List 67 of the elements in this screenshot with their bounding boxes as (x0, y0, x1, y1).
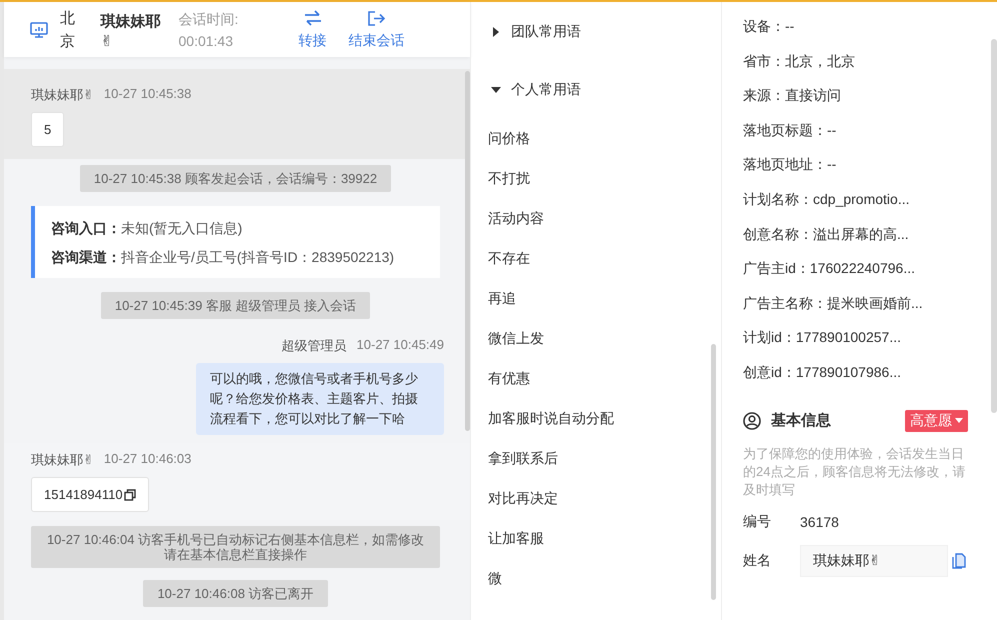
info-value: 未知(暂无入口信息) (121, 220, 242, 236)
visitor-field: 落地页地址：-- (743, 147, 997, 182)
visitor-field: 创意名称：溢出屏幕的高... (743, 216, 997, 252)
duration-label: 会话时间: (178, 10, 240, 28)
visitor-field: 创意id：177890107986... (743, 354, 997, 390)
scrollbar[interactable] (465, 71, 470, 431)
transfer-icon (303, 10, 322, 26)
copy-icon (124, 488, 136, 500)
phrase-item[interactable]: 微信上发 (471, 318, 713, 358)
message-time: 10-27 10:45:49 (356, 337, 444, 354)
phrase-item[interactable]: 有优惠 (471, 358, 713, 398)
visitor-field: 落地页标题：-- (743, 112, 997, 148)
message-bubble: 5 (31, 112, 64, 147)
phrase-item[interactable]: 问价格 (471, 118, 713, 158)
info-value: 抖音企业号/员工号(抖音号ID：2839502213) (121, 249, 394, 265)
exit-icon (367, 10, 386, 26)
message-time: 10-27 10:45:38 (104, 86, 192, 103)
visitor-field: 广告主名称：提米映画婚前... (743, 286, 997, 320)
caret-down-icon (491, 85, 501, 95)
phrase-group-header[interactable]: 个人常用语 (471, 62, 713, 118)
scrollbar[interactable] (711, 344, 716, 600)
end-session-button[interactable]: 结束会话 (348, 10, 404, 50)
sender-name: 超级管理员 (282, 337, 347, 355)
visitor-field: 省市：北京，北京 (743, 44, 997, 78)
message-bubble: 可以的哦，您微信号或者手机号多少呢？给您发价格表、主题客片、拍摄流程看下，您可以对比了解一下哈 (196, 363, 444, 435)
sender-name: 琪妹妹耶✌ (31, 86, 94, 104)
phrase-group-header[interactable]: 团队常用语 (471, 2, 713, 62)
copy-icon (952, 552, 966, 569)
field-label: 编号 (743, 512, 772, 531)
phrase-item[interactable]: 拿到联系后 (471, 438, 713, 478)
phrase-item[interactable]: 活动内容 (471, 198, 713, 238)
field-value: 36178 (800, 514, 839, 530)
visitor-field: 设备：-- (743, 9, 997, 44)
phrase-item[interactable]: 对比再决定 (471, 478, 713, 518)
notice-text: 为了保障您的使用体验，会话发生当日的24点之后，顾客信息将无法修改，请及时填写 (743, 444, 966, 499)
phrase-item[interactable]: 加客服时说自动分配 (471, 398, 713, 438)
message-time: 10-27 10:46:03 (104, 451, 192, 468)
transfer-button[interactable]: 转接 (298, 10, 326, 50)
caret-down-icon (955, 418, 963, 424)
section-title: 基本信息 (771, 411, 832, 430)
system-notice: 10-27 10:45:39 客服 超级管理员 接入会话 (100, 292, 370, 319)
info-label: 咨询渠道： (51, 249, 121, 265)
system-notice: 10-27 10:46:04 访客手机号已自动标记右侧基本信息栏，如需修改请在基本信息栏直接操作 (31, 526, 440, 568)
phrase-item[interactable]: 不打扰 (471, 158, 713, 198)
intent-dropdown[interactable]: 高意愿 (905, 410, 968, 432)
duration-value: 00:01:43 (178, 32, 234, 50)
phrase-item[interactable]: 不存在 (471, 238, 713, 278)
name-field[interactable]: 琪妹妹耶✌ (800, 544, 948, 577)
phrase-item[interactable]: 微 (471, 558, 713, 598)
visitor-field: 来源：直接访问 (743, 78, 997, 113)
visitor-field: 广告主id：176022240796... (743, 251, 997, 286)
sender-name: 琪妹妹耶✌ (31, 451, 94, 469)
system-notice: 10-27 10:45:38 顾客发起会话，会话编号：39922 (80, 165, 392, 192)
field-label: 姓名 (743, 552, 772, 570)
location-text: 北京 (60, 8, 76, 52)
phrase-item[interactable]: 再追 (471, 278, 713, 318)
visitor-field: 计划id：177890100257... (743, 320, 997, 355)
monitor-icon (30, 22, 48, 38)
caret-right-icon (491, 27, 501, 37)
customer-name: 琪妹妹耶✌ (100, 12, 162, 52)
system-notice: 10-27 10:46:08 访客已离开 (143, 580, 328, 607)
user-icon (743, 412, 761, 430)
visitor-field: 计划名称：cdp_promotio... (743, 182, 997, 217)
message-bubble: 15141894110 (31, 477, 149, 512)
scrollbar[interactable] (991, 39, 997, 413)
info-label: 咨询入口： (51, 220, 121, 236)
phrase-item[interactable]: 让加客服 (471, 518, 713, 558)
